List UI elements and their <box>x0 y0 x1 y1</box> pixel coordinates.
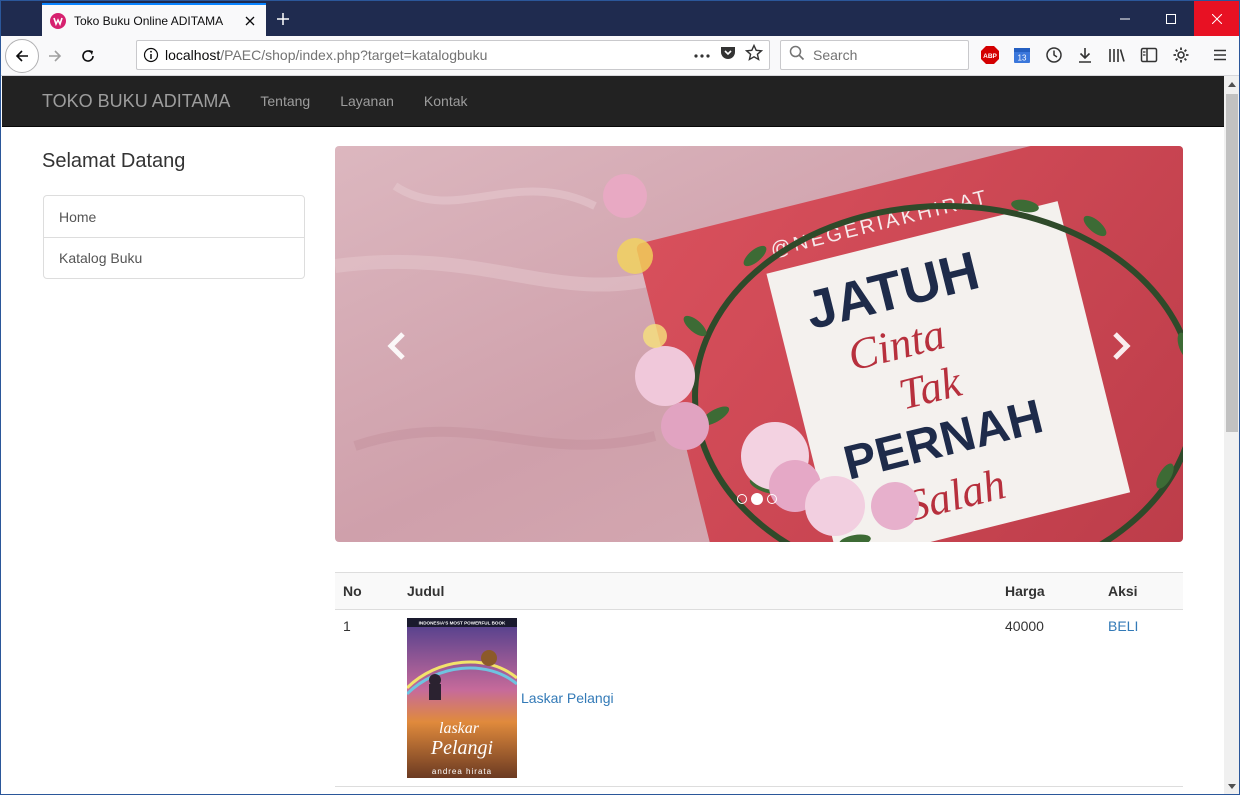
book-cover-image: INDONESIA'S MOST POWERFUL BOOK laskar Pe… <box>407 618 517 778</box>
forward-arrow-icon[interactable] <box>39 40 71 72</box>
pocket-icon[interactable] <box>719 44 737 67</box>
extension-gear-icon[interactable] <box>1170 44 1192 66</box>
column-header-judul: Judul <box>399 572 997 610</box>
column-header-aksi: Aksi <box>1100 572 1183 610</box>
nav-link-tentang[interactable]: Tentang <box>260 93 310 109</box>
carousel-indicator-2[interactable] <box>751 493 763 505</box>
browser-tab[interactable]: Toko Buku Online ADITAMA <box>42 3 266 36</box>
sidebar-item-home[interactable]: Home <box>44 196 304 237</box>
title-bar: Toko Buku Online ADITAMA <box>1 1 1239 36</box>
url-bar[interactable]: localhost/PAEC/shop/index.php?target=kat… <box>136 40 770 70</box>
search-icon <box>789 45 805 66</box>
minimize-icon[interactable] <box>1102 1 1148 36</box>
adblock-icon[interactable]: ABP <box>979 44 1001 66</box>
history-clock-icon[interactable] <box>1043 44 1065 66</box>
nav-link-layanan[interactable]: Layanan <box>340 93 394 109</box>
bookmark-star-icon[interactable] <box>744 43 764 67</box>
browser-window: Toko Buku Online ADITAMA localhost/PAEC/… <box>0 0 1240 795</box>
carousel-slide-image: @NEGERIAKHIRAT JATUH Cinta Tak PERNAH Sa… <box>335 146 1183 542</box>
column-header-no: No <box>335 572 399 610</box>
tab-close-icon[interactable] <box>238 9 262 33</box>
table-row: 1 INDONESIA'S MOST POWERFUL BOOK laskar … <box>335 609 1183 787</box>
svg-text:ABP: ABP <box>983 53 997 60</box>
download-icon[interactable] <box>1074 44 1096 66</box>
vertical-scrollbar[interactable] <box>1224 76 1239 794</box>
search-placeholder: Search <box>813 47 858 63</box>
new-tab-icon[interactable] <box>271 7 295 31</box>
scroll-up-icon[interactable] <box>1224 76 1239 92</box>
navbar-brand[interactable]: TOKO BUKU ADITAMA <box>42 91 230 112</box>
maximize-icon[interactable] <box>1148 1 1194 36</box>
back-arrow-icon[interactable] <box>5 39 39 73</box>
site-navbar: TOKO BUKU ADITAMA Tentang Layanan Kontak <box>2 76 1224 127</box>
svg-text:laskar: laskar <box>439 720 480 737</box>
svg-text:andrea hirata: andrea hirata <box>432 767 492 776</box>
library-icon[interactable] <box>1106 44 1128 66</box>
row-price: 40000 <box>997 609 1100 787</box>
buy-link[interactable]: BELI <box>1108 618 1138 634</box>
reload-icon[interactable] <box>72 40 104 72</box>
row-title-cell: INDONESIA'S MOST POWERFUL BOOK laskar Pe… <box>399 609 997 787</box>
sidebar-toggle-icon[interactable] <box>1138 44 1160 66</box>
carousel-indicator-3[interactable] <box>767 494 777 504</box>
svg-text:13: 13 <box>1018 54 1027 63</box>
table-header-row: No Judul Harga Aksi <box>335 572 1183 610</box>
tab-title: Toko Buku Online ADITAMA <box>74 13 224 28</box>
scrollbar-thumb[interactable] <box>1226 94 1238 432</box>
site-info-icon[interactable] <box>137 47 165 63</box>
row-number: 1 <box>335 609 399 787</box>
page-actions-icon[interactable] <box>693 46 711 64</box>
window-close-icon[interactable] <box>1194 1 1239 36</box>
url-path: /PAEC/shop/index.php?target=katalogbuku <box>220 47 488 63</box>
site-favicon-icon <box>50 12 66 29</box>
svg-text:INDONESIA'S MOST POWERFUL BOOK: INDONESIA'S MOST POWERFUL BOOK <box>419 621 506 626</box>
url-host: localhost <box>165 47 221 63</box>
sidebar-item-katalog-buku[interactable]: Katalog Buku <box>44 237 304 278</box>
book-catalog-table: No Judul Harga Aksi 1 INDONESIA'S MOST P… <box>335 572 1183 787</box>
carousel-indicators <box>737 493 777 505</box>
url-text[interactable]: localhost/PAEC/shop/index.php?target=kat… <box>165 47 693 63</box>
carousel-prev-icon[interactable] <box>377 326 417 366</box>
book-title-link[interactable]: Laskar Pelangi <box>521 690 614 706</box>
nav-link-kontak[interactable]: Kontak <box>424 93 468 109</box>
carousel-next-icon[interactable] <box>1101 326 1141 366</box>
web-page: TOKO BUKU ADITAMA Tentang Layanan Kontak… <box>2 76 1224 794</box>
sidebar-menu: Home Katalog Buku <box>43 195 305 279</box>
image-carousel: @NEGERIAKHIRAT JATUH Cinta Tak PERNAH Sa… <box>335 146 1183 542</box>
scroll-down-icon[interactable] <box>1224 779 1239 794</box>
welcome-heading: Selamat Datang <box>42 150 186 172</box>
search-bar[interactable]: Search <box>780 40 969 70</box>
browser-toolbar: localhost/PAEC/shop/index.php?target=kat… <box>1 36 1239 76</box>
menu-hamburger-icon[interactable] <box>1209 44 1231 66</box>
calendar-icon[interactable]: 13 <box>1011 44 1033 66</box>
column-header-harga: Harga <box>997 572 1100 610</box>
carousel-indicator-1[interactable] <box>737 494 747 504</box>
svg-text:Pelangi: Pelangi <box>430 737 493 759</box>
